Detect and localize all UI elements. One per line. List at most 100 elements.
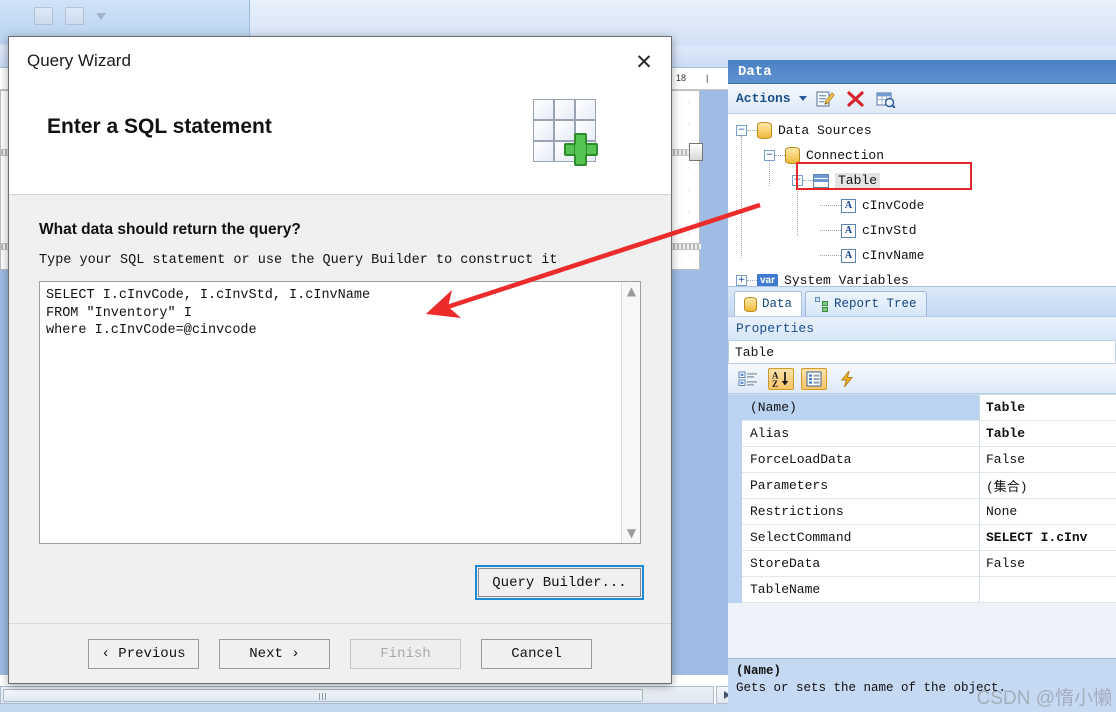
- dialog-body: What data should return the query? Type …: [9, 195, 671, 625]
- sql-statement-text[interactable]: SELECT I.cInvCode, I.cInvStd, I.cInvName…: [46, 287, 614, 340]
- chevron-down-icon[interactable]: ▼: [622, 524, 641, 543]
- tab-data[interactable]: Data: [734, 291, 803, 316]
- property-value[interactable]: False: [980, 551, 1116, 577]
- property-row[interactable]: (Name) Table: [728, 395, 1116, 421]
- dialog-question: What data should return the query?: [39, 221, 301, 238]
- property-row[interactable]: Restrictions None: [728, 499, 1116, 525]
- toolbar-icon: [65, 7, 84, 25]
- table-search-icon[interactable]: [875, 89, 897, 109]
- property-name: StoreData: [742, 551, 980, 577]
- row-gutter: [728, 499, 742, 525]
- plus-badge-icon: [561, 129, 601, 169]
- tree-node-system-variables[interactable]: + var System Variables: [728, 268, 1116, 286]
- tree-node-label: Connection: [806, 148, 885, 163]
- property-name: (Name): [742, 395, 980, 421]
- property-pages-icon[interactable]: [801, 367, 827, 390]
- tree-node-cinvstd[interactable]: A cInvStd: [728, 218, 1116, 243]
- property-row[interactable]: Alias Table: [728, 421, 1116, 447]
- tree-node-label: Data Sources: [778, 123, 872, 138]
- horizontal-scrollbar[interactable]: [0, 686, 714, 704]
- property-name: TableName: [742, 577, 980, 603]
- property-value[interactable]: SELECT I.cInv: [980, 525, 1116, 551]
- chevron-up-icon[interactable]: ▲: [622, 282, 641, 301]
- database-icon: [757, 122, 772, 139]
- finish-button: Finish: [350, 638, 461, 669]
- data-panel-tabs[interactable]: Data Report Tree: [728, 286, 1116, 316]
- scrollbar-thumb[interactable]: [3, 689, 643, 702]
- tree-expander[interactable]: −: [736, 125, 747, 136]
- row-gutter: [728, 447, 742, 473]
- property-value[interactable]: None: [980, 499, 1116, 525]
- properties-object-selector[interactable]: Table: [728, 340, 1116, 364]
- data-sources-tree[interactable]: − Data Sources − Connection − Table A cI…: [728, 114, 1116, 286]
- tree-node-cinvcode[interactable]: A cInvCode: [728, 193, 1116, 218]
- property-name: ForceLoadData: [742, 447, 980, 473]
- row-gutter: [728, 473, 742, 499]
- tree-node-connection[interactable]: − Connection: [728, 143, 1116, 168]
- property-row[interactable]: StoreData False: [728, 551, 1116, 577]
- ribbon-group-upper: [34, 4, 106, 28]
- cancel-button[interactable]: Cancel: [481, 638, 592, 669]
- column-a-icon: A: [841, 198, 856, 213]
- categorized-icon[interactable]: [735, 368, 761, 390]
- tree-expander[interactable]: −: [792, 175, 803, 186]
- sql-statement-field[interactable]: SELECT I.cInvCode, I.cInvStd, I.cInvName…: [39, 281, 641, 544]
- properties-panel-title: Properties: [728, 316, 1116, 340]
- ruler-tick-label: 18: [676, 73, 687, 83]
- row-gutter: [728, 525, 742, 551]
- grid-add-icon: [533, 99, 599, 166]
- data-panel-toolbar: Actions: [728, 84, 1116, 114]
- property-value[interactable]: False: [980, 447, 1116, 473]
- property-row[interactable]: ForceLoadData False: [728, 447, 1116, 473]
- tree-guide-line: [747, 280, 757, 281]
- property-row[interactable]: Parameters (集合): [728, 473, 1116, 499]
- properties-grid[interactable]: (Name) Table Alias Table ForceLoadData F…: [728, 394, 1116, 603]
- property-value[interactable]: Table: [980, 395, 1116, 421]
- property-row[interactable]: TableName: [728, 577, 1116, 603]
- tab-report-tree[interactable]: Report Tree: [805, 291, 927, 316]
- tree-node-table[interactable]: − Table: [728, 168, 1116, 193]
- tree-node-label: cInvName: [862, 248, 925, 263]
- var-icon: var: [757, 274, 779, 286]
- tree-expander[interactable]: −: [764, 150, 775, 161]
- previous-button[interactable]: ‹ Previous: [88, 638, 199, 669]
- property-row[interactable]: SelectCommand SELECT I.cInv: [728, 525, 1116, 551]
- lightning-events-icon[interactable]: [834, 368, 860, 390]
- edit-pencil-icon[interactable]: [815, 89, 837, 109]
- actions-menu-label[interactable]: Actions: [736, 91, 791, 106]
- property-value[interactable]: [980, 577, 1116, 603]
- property-value[interactable]: (集合): [980, 473, 1116, 499]
- tree-guide-line: [820, 230, 841, 231]
- data-panel-title: Data: [728, 60, 1116, 84]
- band-handle[interactable]: [689, 143, 703, 161]
- property-name: Parameters: [742, 473, 980, 499]
- dialog-title: Query Wizard: [27, 51, 131, 70]
- property-value[interactable]: Table: [980, 421, 1116, 447]
- tree-expander[interactable]: +: [736, 275, 747, 286]
- tree-node-cinvname[interactable]: A cInvName: [728, 243, 1116, 268]
- next-button[interactable]: Next ›: [219, 638, 330, 669]
- dialog-title-bar: Query Wizard ✕: [9, 37, 671, 85]
- tree-guide-line: [803, 180, 813, 181]
- chevron-down-icon[interactable]: [96, 12, 106, 20]
- dialog-footer: ‹ Previous Next › Finish Cancel: [9, 623, 671, 683]
- tree-guide-line: [747, 130, 757, 131]
- property-description-title: (Name): [736, 664, 782, 678]
- property-name: Alias: [742, 421, 980, 447]
- chevron-down-icon[interactable]: [798, 96, 807, 101]
- report-tree-icon: [815, 297, 829, 312]
- svg-text:Z: Z: [772, 379, 778, 388]
- tab-label: Data: [762, 297, 793, 311]
- close-icon[interactable]: ✕: [631, 49, 657, 75]
- row-gutter: [728, 577, 742, 603]
- sql-vertical-scrollbar[interactable]: ▲ ▼: [621, 282, 640, 543]
- right-dock-panel: Data Actions − Data Sources − Connection…: [728, 60, 1116, 712]
- properties-toolbar: A Z: [728, 364, 1116, 394]
- row-gutter: [728, 551, 742, 577]
- column-a-icon: A: [841, 223, 856, 238]
- query-builder-button[interactable]: Query Builder...: [475, 565, 644, 600]
- database-icon: [785, 147, 800, 164]
- delete-x-icon[interactable]: [845, 89, 867, 109]
- sort-az-icon[interactable]: A Z: [768, 367, 794, 390]
- tree-node-data-sources[interactable]: − Data Sources: [728, 118, 1116, 143]
